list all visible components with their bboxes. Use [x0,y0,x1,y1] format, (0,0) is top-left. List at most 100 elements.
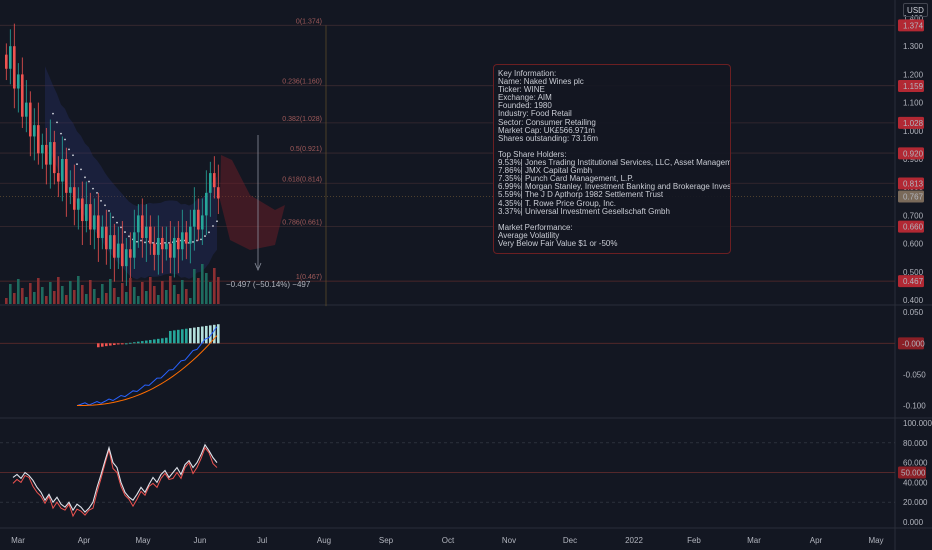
moving-average-dot [152,241,154,244]
moving-average-dot [84,176,86,179]
candle-body [89,204,92,230]
chart-canvas[interactable]: 0(1.374) 0.236(1.160) 0.382(1.028) 0.5(0.92… [0,0,932,550]
time-axis-label: Oct [442,536,455,545]
volume-bar [85,294,88,304]
volume-bar [117,297,120,304]
candle-body [153,243,156,255]
macd-histogram-bar [161,338,164,344]
price-badge-label: 0.660 [903,223,924,232]
candle-body [69,187,72,193]
info-line: 3.37%| Universal Investment Gesellschaft… [498,206,670,216]
volume-bar [193,269,196,304]
volume-bar [145,291,148,304]
candle-body [173,237,176,258]
volume-bar [181,280,184,304]
moving-average-dot [100,199,102,202]
time-axis-label: Mar [11,536,25,545]
moving-average-dot [112,216,114,219]
fib-level-label: 0.236(1.160) [282,79,322,86]
macd-histogram-bar [157,338,160,344]
macd-histogram-bar [125,343,128,345]
volume-bar [217,277,220,304]
candle-body [61,159,64,182]
price-badge-label: 1.159 [903,82,924,91]
candle-body [209,173,212,193]
currency-button[interactable]: USD [903,3,928,17]
fib-level-label: 0.382(1.028) [282,116,322,123]
key-information-box: Key Information: Name: Naked Wines plc Tic… [493,64,731,254]
volume-bar [97,298,100,304]
moving-average-dot [56,121,58,124]
macd-histogram-bar [109,343,112,346]
volume-bar [121,283,124,304]
candle-body [29,102,32,137]
moving-average-dot [116,221,118,224]
moving-average-dot [124,231,126,233]
volume-bar [73,290,76,304]
info-line: Very Below Fair Value $1 or -50% [498,238,618,248]
oscillator-axis-tick: 20.000 [903,498,928,507]
candle-body [181,232,184,250]
candle-body [161,237,164,250]
moving-average-dot [64,138,66,141]
candle-body [77,198,80,210]
candle-body [109,235,112,250]
moving-average-dot [96,191,98,194]
info-line: Shares outstanding: 73.16m [498,133,599,143]
price-axis-tick: 0.600 [903,240,924,249]
volume-bar [157,295,160,304]
moving-average-dot [192,241,194,243]
candle-body [57,173,60,182]
time-axis-label: May [868,536,883,545]
time-axis-label: Feb [687,536,701,545]
candle-body [133,232,136,258]
candle-body [45,144,48,165]
candle-body [217,187,220,199]
macd-histogram-bar [121,343,124,345]
volume-bar [33,292,36,304]
time-axis-label: May [135,536,150,545]
volume-bar [197,278,200,304]
candle-body [49,142,52,165]
macd-histogram-bar [193,327,196,344]
volume-bar [81,285,84,304]
candle-body [93,215,96,230]
candle-body [9,46,12,69]
moving-average-dot [120,226,122,229]
time-axis-label: Nov [502,536,516,545]
moving-average-dot [52,112,54,115]
oscillator-axis-tick: 60.000 [903,459,928,468]
macd-histogram-bar [205,325,208,344]
candle-body [81,198,84,222]
time-axis-label: Mar [747,536,761,545]
moving-average-dot [136,240,138,243]
candle-body [137,215,140,233]
macd-axis-tick: -0.050 [903,370,926,379]
moving-average-dot [104,204,106,207]
macd-histogram-bar [113,343,116,346]
candle-body [113,235,116,258]
macd-histogram-bar [145,340,148,344]
oscillator-axis-tick: 0.000 [903,518,924,527]
fib-level-label: 0.5(0.921) [290,146,322,153]
candle-body [21,74,24,117]
macd-histogram-bar [129,342,132,344]
volume-bar [209,282,212,304]
volume-bar [165,290,168,304]
moving-average-dot [212,225,214,227]
volume-bar [57,277,60,304]
candle-body [129,249,132,258]
moving-average-dot [92,187,94,190]
volume-bar [105,293,108,304]
price-badge-label: 1.028 [903,119,924,128]
candle-body [117,243,120,258]
volatility-channel [45,66,217,280]
macd-line [76,326,218,407]
macd-histogram-bar [177,329,180,344]
volume-bar [37,278,40,304]
candle-body [169,243,172,258]
volume-bar [5,298,8,304]
macd-histogram-bar [141,341,144,344]
fib-level-label: 0.618(0.814) [282,176,322,183]
macd-value-label: -0.000 [902,339,925,348]
